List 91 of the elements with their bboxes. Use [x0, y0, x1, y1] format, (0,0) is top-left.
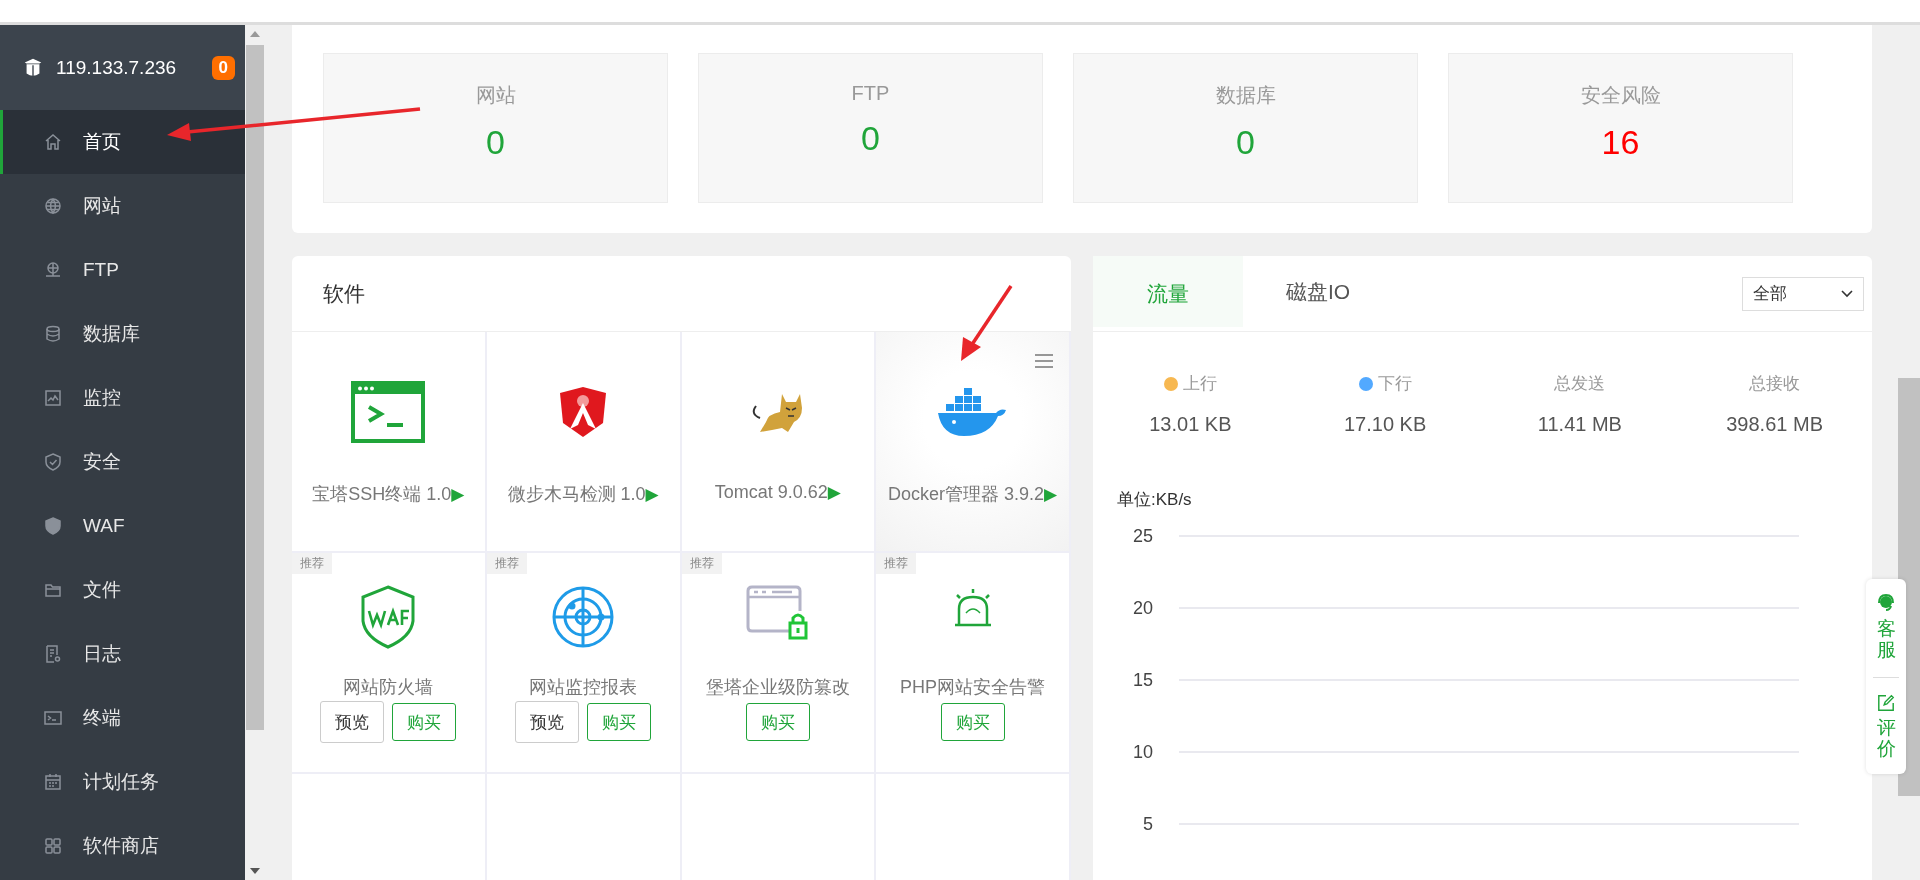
stat-label: FTP	[851, 82, 890, 105]
metric-label: 上行	[1182, 373, 1217, 395]
sidebar-item[interactable]: 数据库	[0, 302, 245, 366]
metric-value: 398.61 MB	[1726, 413, 1823, 436]
server-address: 119.133.7.236	[56, 56, 178, 79]
play-icon[interactable]: ▶	[451, 485, 465, 504]
notification-badge[interactable]: 0	[211, 55, 235, 80]
recommended-tag: 推荐	[876, 553, 917, 574]
stat-value: 16	[1601, 123, 1640, 162]
scroll-up-icon[interactable]	[250, 31, 260, 37]
software-name: 网站防火墙	[343, 676, 434, 699]
software-name: 堡塔企业级防篡改	[705, 676, 850, 699]
pagoda-logo-icon	[22, 56, 44, 79]
review-button[interactable]: 评价	[1876, 693, 1896, 760]
document-icon	[43, 644, 63, 664]
filter-dropdown[interactable]: 全部	[1742, 276, 1864, 311]
software-tile[interactable]: 微步木马检测 1.0▶	[486, 332, 682, 553]
axis-title: 单位:KB/s	[1117, 489, 1193, 511]
play-icon[interactable]: ▶	[645, 485, 659, 504]
sidebar-item[interactable]: 计划任务	[0, 750, 245, 814]
buy-button[interactable]: 购买	[392, 703, 457, 741]
recommended-tag: 推荐	[681, 553, 722, 574]
sidebar-item[interactable]: WAF	[0, 494, 245, 558]
stat-card[interactable]: 网站 0	[323, 53, 668, 203]
stat-card[interactable]: 安全风险 16	[1448, 53, 1793, 203]
software-name: 微步木马检测 1.0▶	[507, 483, 659, 506]
metric-value: 11.41 MB	[1537, 413, 1622, 436]
metric-label: 总发送	[1554, 373, 1606, 395]
software-name: 宝塔SSH终端 1.0▶	[312, 483, 465, 506]
stat-label: 数据库	[1215, 83, 1276, 108]
buy-button[interactable]: 购买	[940, 703, 1005, 741]
scroll-down-icon[interactable]	[250, 868, 260, 874]
preview-button[interactable]: 预览	[515, 701, 580, 743]
buy-button[interactable]: 购买	[587, 703, 652, 741]
globe-icon	[43, 196, 63, 216]
software-name: PHP网站安全告警	[900, 676, 1046, 699]
menu-icon[interactable]	[1035, 354, 1053, 368]
recommended-tag: 推荐	[486, 553, 527, 574]
terminal-icon	[351, 380, 426, 444]
headset-icon	[1876, 593, 1896, 613]
sidebar-item[interactable]: 文件	[0, 558, 245, 622]
sidebar-item[interactable]: 安全	[0, 430, 245, 494]
axis-tick-label: 15	[1132, 670, 1153, 691]
axis-tick-label: 5	[1143, 814, 1153, 835]
edit-icon	[1877, 693, 1895, 712]
support-button[interactable]: 客服	[1876, 593, 1896, 661]
calendar-icon	[43, 772, 63, 792]
metric-label: 下行	[1377, 373, 1412, 395]
shield-icon	[43, 516, 63, 536]
tab[interactable]: 磁盘IO	[1243, 256, 1393, 331]
radar-icon	[551, 585, 616, 649]
axis-tick-label: 20	[1132, 598, 1153, 619]
stat-value: 0	[486, 123, 505, 162]
sidebar-item[interactable]: FTP	[0, 238, 245, 302]
metric-label: 总接收	[1749, 373, 1801, 395]
sidebar-item[interactable]: 首页	[0, 110, 245, 174]
preview-button[interactable]: 预览	[320, 701, 385, 743]
sidebar-item[interactable]: 软件商店	[0, 814, 245, 878]
software-name: 网站监控报表	[529, 676, 638, 699]
play-icon[interactable]: ▶	[1044, 485, 1058, 504]
stat-value: 0	[861, 119, 880, 158]
stat-value: 0	[1236, 123, 1255, 162]
sidebar-item[interactable]: 监控	[0, 366, 245, 430]
database-icon	[43, 324, 63, 344]
software-tile[interactable]: Docker管理器 3.9.2▶	[876, 332, 1071, 553]
sidebar-item[interactable]: 日志	[0, 622, 245, 686]
sidebar-item[interactable]: 终端	[0, 686, 245, 750]
metric-value: 17.10 KB	[1343, 413, 1427, 436]
sidebar-item[interactable]: 网站	[0, 174, 245, 238]
terminal-icon	[43, 708, 63, 728]
chevron-down-icon	[1841, 289, 1853, 298]
metric-value: 13.01 KB	[1149, 413, 1232, 436]
recommended-tag: 推荐	[292, 553, 332, 574]
software-name: Docker管理器 3.9.2▶	[888, 483, 1058, 506]
axis-tick-label: 25	[1132, 526, 1153, 547]
axis-tick-label: 10	[1132, 742, 1153, 763]
shield-icon	[361, 585, 416, 649]
software-tile[interactable]: 宝塔SSH终端 1.0▶	[292, 332, 487, 553]
home-icon	[43, 132, 63, 152]
stat-label: 网站	[475, 83, 516, 108]
grid-icon	[43, 836, 63, 856]
shield-check-icon	[43, 452, 63, 472]
stat-card[interactable]: 数据库 0	[1073, 53, 1418, 203]
buy-button[interactable]: 购买	[745, 703, 810, 741]
locked-window-icon	[745, 585, 810, 641]
software-name: Tomcat 9.0.62▶	[714, 482, 841, 503]
chart-icon	[43, 388, 63, 408]
play-icon[interactable]: ▶	[827, 483, 841, 502]
stat-label: 安全风险	[1580, 83, 1661, 108]
network-globe-icon	[43, 260, 63, 280]
stat-card[interactable]: FTP 0	[698, 53, 1043, 203]
